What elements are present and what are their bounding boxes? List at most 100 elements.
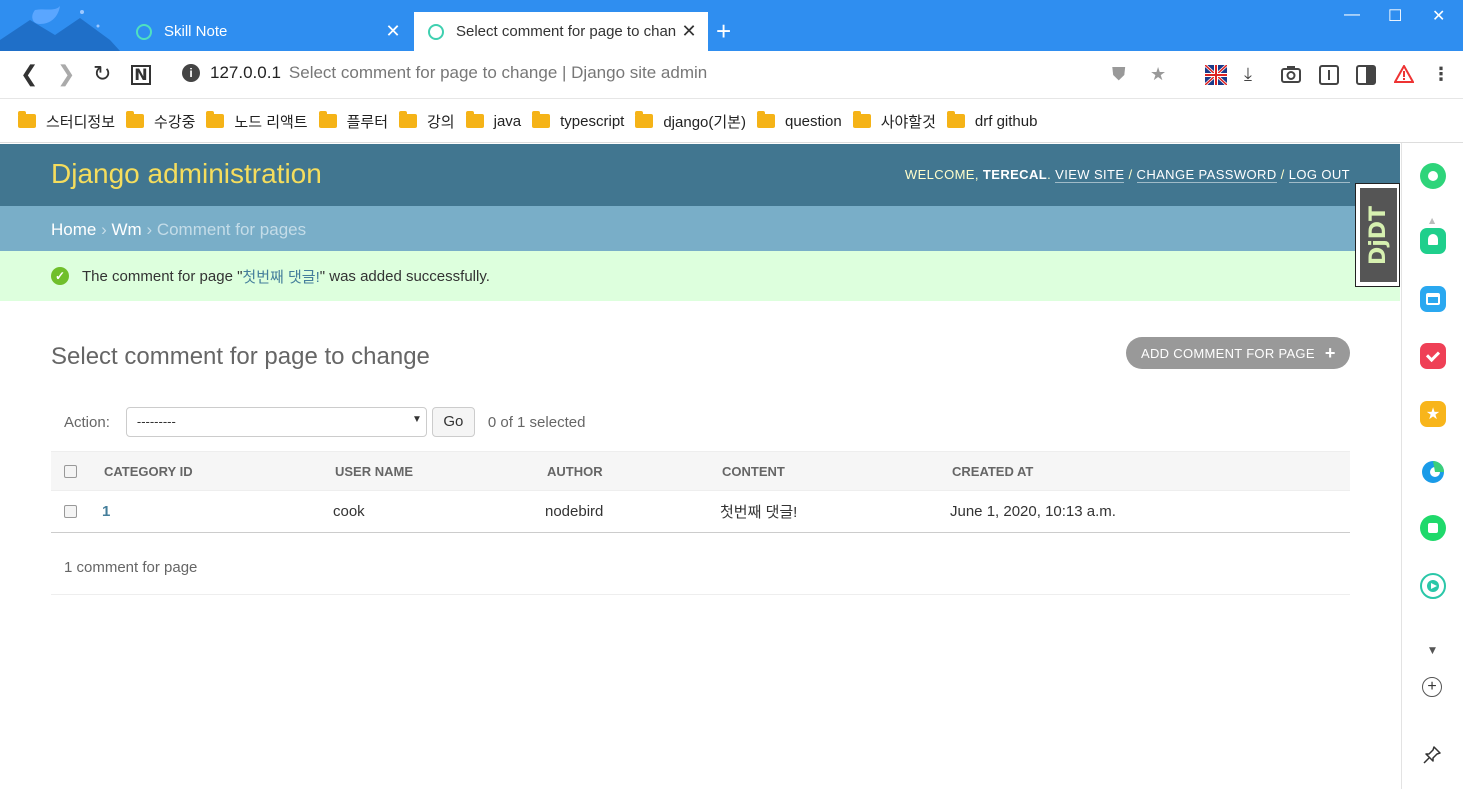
download-icon[interactable]: ⤓ — [1244, 65, 1252, 85]
change-password-link[interactable]: CHANGE PASSWORD — [1136, 167, 1277, 183]
column-header-user-name[interactable]: USER NAME — [335, 452, 413, 490]
new-tab-button[interactable]: + — [716, 18, 731, 44]
folder-icon — [318, 111, 337, 128]
site-brand[interactable]: Django administration — [51, 158, 322, 190]
action-select[interactable]: --------- ▼ — [125, 407, 427, 437]
bookmark-label: java — [493, 112, 522, 130]
go-button[interactable]: Go — [431, 407, 475, 437]
back-icon[interactable]: ❮ — [20, 63, 38, 87]
row-checkbox[interactable] — [64, 505, 77, 518]
row-checkbox-cell — [64, 491, 77, 532]
paginator: 1 comment for page — [51, 543, 1350, 595]
selection-counter: 0 of 1 selected — [487, 413, 586, 431]
url-field[interactable]: i 127.0.0.1 Select comment for page to c… — [182, 63, 707, 83]
notification-bell-icon[interactable] — [1420, 228, 1446, 254]
reload-icon[interactable]: ↻ — [93, 63, 111, 87]
bookmark-label: 사야할것 — [880, 113, 936, 131]
action-select-value: --------- — [136, 414, 176, 429]
media-play-icon[interactable] — [1420, 573, 1446, 599]
pocket-side-icon[interactable] — [1420, 343, 1446, 369]
screenshot-icon[interactable] — [1281, 65, 1301, 88]
column-header-content[interactable]: CONTENT — [722, 452, 785, 490]
bookmark-label: 플루터 — [346, 113, 388, 131]
scroll-up-icon[interactable]: ▲ — [1429, 216, 1435, 225]
tab-django-admin[interactable]: Select comment for page to change | Djan… — [414, 12, 708, 51]
view-site-link[interactable]: VIEW SITE — [1055, 167, 1125, 183]
translate-flag-icon[interactable] — [1203, 63, 1229, 90]
actions-bar: Action: --------- ▼ Go 0 of 1 selected — [51, 401, 1350, 443]
user-name-cell: cook — [333, 503, 365, 520]
bookmark-label: 스터디정보 — [46, 113, 116, 131]
breadcrumb-home[interactable]: Home — [51, 220, 96, 239]
bookmark-folder[interactable]: drf github — [946, 111, 1037, 130]
notion-icon[interactable]: N — [131, 65, 151, 85]
bookmark-folder[interactable]: django(기본) — [635, 111, 746, 132]
whale-space-icon[interactable] — [1420, 163, 1446, 189]
success-message: ✓ The comment for page " 첫번째 댓글! " was add… — [0, 251, 1400, 301]
bookmark-label: question — [784, 112, 842, 130]
bookmark-folder[interactable]: typescript — [532, 111, 624, 130]
maximize-button[interactable]: ☐ — [1388, 6, 1402, 26]
pin-icon[interactable] — [1423, 746, 1441, 769]
bookmark-folder[interactable]: 강의 — [399, 111, 455, 132]
bookmark-folder[interactable]: question — [756, 111, 842, 130]
bookmark-folder[interactable]: java — [465, 111, 522, 130]
add-button-label: ADD COMMENT FOR PAGE — [1141, 345, 1315, 361]
bookmark-label: 강의 — [427, 113, 455, 131]
debug-toolbar-label-box: DjDT — [1360, 188, 1397, 282]
bookmark-star-icon[interactable]: ★ — [1150, 65, 1166, 85]
favorites-star-icon[interactable]: ★ — [1420, 401, 1446, 427]
window-close-button[interactable]: ✕ — [1432, 6, 1445, 26]
tab-close-icon[interactable]: ✕ — [380, 21, 406, 42]
select-all-checkbox-cell — [64, 452, 77, 490]
breadcrumb-app[interactable]: Wm — [111, 220, 141, 239]
minimize-button[interactable]: — — [1344, 6, 1360, 24]
forward-icon[interactable]: ❯ — [57, 63, 75, 87]
author-cell: nodebird — [545, 503, 604, 520]
tab-close-icon[interactable]: ✕ — [676, 21, 702, 42]
folder-icon — [126, 111, 145, 128]
reader-icon[interactable] — [1319, 65, 1339, 90]
column-header-created-at[interactable]: CREATED AT — [952, 452, 1033, 490]
address-bar: ❮ ❯ ↻ N i 127.0.0.1 Select comment for p… — [0, 51, 1463, 99]
bookmark-folder[interactable]: 노드 리액트 — [206, 111, 308, 132]
page-title: Select comment for page to change — [51, 343, 430, 370]
breadcrumb: Home › Wm › Comment for pages — [0, 206, 1400, 251]
tab-skill-note[interactable]: Skill Note ✕ — [122, 12, 412, 51]
bookmark-label: 노드 리액트 — [234, 113, 308, 131]
dropdown-arrow-icon: ▼ — [411, 414, 422, 425]
username: TERECAL — [982, 167, 1048, 182]
green-app-icon[interactable] — [1420, 515, 1446, 541]
debug-toolbar-handle[interactable]: DjDT — [1355, 183, 1400, 287]
debug-toolbar-label: DjDT — [1366, 205, 1392, 265]
add-comment-button[interactable]: ADD COMMENT FOR PAGE + — [1126, 337, 1350, 369]
column-header-author[interactable]: AUTHOR — [547, 452, 603, 490]
folder-icon — [635, 111, 654, 128]
column-header-category-id[interactable]: CATEGORY ID — [104, 452, 193, 490]
add-panel-icon[interactable]: + — [1422, 677, 1442, 697]
scroll-down-icon[interactable]: ▼ — [1429, 646, 1436, 656]
edge-browser-icon[interactable] — [1420, 459, 1446, 485]
tab-favicon-icon — [136, 23, 152, 40]
bookmarks-bar: 스터디정보 수강중 노드 리액트 플루터 강의 java typescript … — [0, 100, 1463, 143]
menu-kebab-icon[interactable]: ⋮ — [1432, 65, 1450, 85]
welcome-text: WELCOME, — [904, 167, 979, 182]
folder-icon — [465, 111, 484, 128]
log-out-link[interactable]: LOG OUT — [1288, 167, 1350, 183]
category-id-link[interactable]: 1 — [102, 491, 110, 532]
info-icon[interactable]: i — [182, 64, 200, 82]
warning-icon[interactable] — [1393, 63, 1415, 88]
url-title: Select comment for page to change | Djan… — [288, 63, 708, 82]
tab-favicon-icon — [428, 23, 444, 40]
bookmark-folder[interactable]: 스터디정보 — [18, 111, 115, 132]
message-object-link[interactable]: 첫번째 댓글! — [242, 266, 319, 287]
pocket-icon[interactable]: ⛊ — [1112, 65, 1126, 85]
folder-icon — [399, 111, 417, 128]
select-all-checkbox[interactable] — [64, 464, 77, 478]
bookmark-folder[interactable]: 수강중 — [126, 111, 195, 132]
bookmark-folder[interactable]: 플루터 — [318, 111, 388, 132]
message-prefix: The comment for page " — [82, 267, 243, 285]
split-view-icon[interactable] — [1356, 65, 1376, 90]
bookmark-folder[interactable]: 사야할것 — [852, 111, 936, 132]
calendar-icon[interactable] — [1420, 286, 1446, 312]
